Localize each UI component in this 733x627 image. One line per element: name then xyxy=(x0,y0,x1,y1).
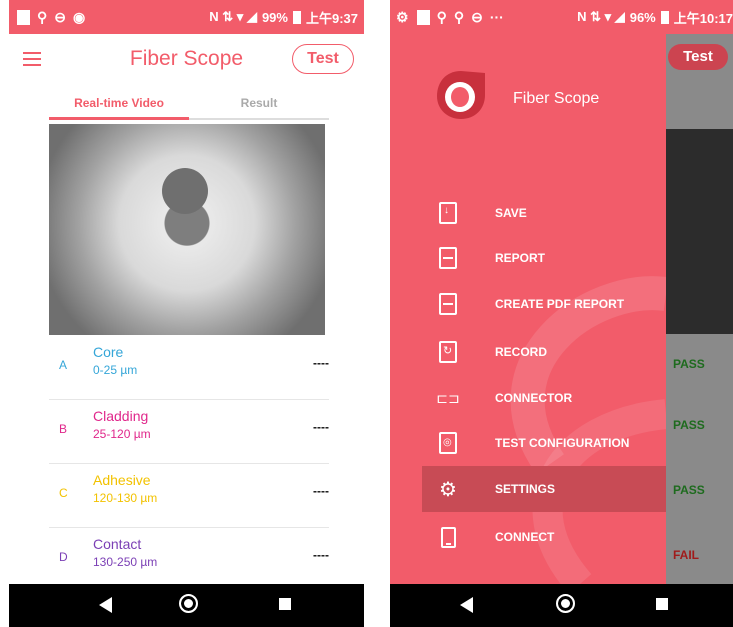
fiber-core-image xyxy=(162,168,208,214)
zone-range: 130-250 µm xyxy=(93,555,158,569)
result-pass: PASS xyxy=(673,418,705,432)
battery-icon xyxy=(292,10,301,24)
result-pass: PASS xyxy=(673,483,705,497)
zone-range: 0-25 µm xyxy=(93,363,138,377)
notification-icon xyxy=(416,9,430,25)
menu-item-label: RECORD xyxy=(495,345,548,359)
dnd-icon: ⊖ xyxy=(471,8,483,25)
zone-range: 25-120 µm xyxy=(93,427,151,441)
signal-icons: N ⇅ ▾ ◢ xyxy=(209,9,257,24)
zone-range: 120-130 µm xyxy=(93,491,158,505)
zone-name: Cladding xyxy=(93,408,149,424)
menu-item-settings[interactable]: ⚙ SETTINGS xyxy=(422,466,666,512)
report-icon xyxy=(438,247,458,269)
fiber-video-feed xyxy=(49,124,325,335)
connector-icon: ⊏⊐ xyxy=(436,389,460,406)
menu-item-create-pdf-report[interactable]: CREATE PDF REPORT xyxy=(390,281,666,327)
menu-item-label: CREATE PDF REPORT xyxy=(495,297,625,311)
zone-value: ---- xyxy=(313,356,329,370)
home-icon[interactable] xyxy=(556,594,575,613)
fiber-video-feed xyxy=(660,129,733,334)
save-icon: ↓ xyxy=(438,202,458,224)
recents-icon[interactable] xyxy=(279,598,291,610)
system-nav-bar xyxy=(390,584,733,627)
status-bar: ⚲ ⊖ ◉ N ⇅ ▾ ◢ 99% 上午9:37 xyxy=(9,0,364,34)
menu-item-connect[interactable]: CONNECT xyxy=(390,514,666,560)
menu-item-report[interactable]: REPORT xyxy=(390,235,666,281)
menu-item-test-configuration[interactable]: ◎ TEST CONFIGURATION xyxy=(390,420,666,466)
dnd-icon: ⊖ xyxy=(54,8,66,25)
zone-letter: D xyxy=(59,550,68,564)
recents-icon[interactable] xyxy=(656,598,668,610)
menu-item-label: CONNECTOR xyxy=(495,391,573,405)
zone-results-list: A Core 0-25 µm ---- B Cladding 25-120 µm… xyxy=(49,336,329,591)
menu-item-connector[interactable]: ⊏⊐ CONNECTOR xyxy=(390,375,666,421)
back-icon[interactable] xyxy=(460,597,473,613)
phone-screen-drawer: ⚙ ⚲ ⚲ ⊖ ··· N ⇅ ▾ ◢ 96% 上午10:17 Test PAS… xyxy=(390,0,733,627)
menu-item-label: SETTINGS xyxy=(495,482,556,496)
zone-name: Adhesive xyxy=(93,472,151,488)
menu-item-label: TEST CONFIGURATION xyxy=(495,436,630,450)
zone-name: Contact xyxy=(93,536,142,552)
app-status-icon: ⚙ xyxy=(396,8,409,25)
tab-result[interactable]: Result xyxy=(189,88,329,118)
signal-icons: N ⇅ ▾ ◢ xyxy=(577,9,625,24)
record-icon: ↻ xyxy=(438,341,458,363)
tab-real-time-video[interactable]: Real-time Video xyxy=(49,88,189,120)
menu-item-record[interactable]: ↻ RECORD xyxy=(390,329,666,375)
zone-row-adhesive[interactable]: C Adhesive 120-130 µm ---- xyxy=(49,464,329,528)
zone-letter: C xyxy=(59,486,68,500)
zone-row-core[interactable]: A Core 0-25 µm ---- xyxy=(49,336,329,400)
location-icon: ⚲ xyxy=(453,8,465,25)
clock: 上午9:37 xyxy=(305,10,358,26)
tab-bar: Real-time Video Result xyxy=(49,88,329,120)
location-icon: ⚲ xyxy=(37,8,48,25)
clock: 上午10:17 xyxy=(673,10,733,26)
notification-icon xyxy=(17,9,30,25)
menu-item-save[interactable]: ↓ SAVE xyxy=(390,190,666,236)
gear-icon: ⚙ xyxy=(439,478,457,501)
location-icon: ⚲ xyxy=(436,8,447,25)
zone-name: Core xyxy=(93,344,124,360)
zone-letter: A xyxy=(59,358,68,372)
test-button[interactable]: Test xyxy=(292,44,354,74)
menu-item-label: REPORT xyxy=(495,251,546,265)
app-bar: Fiber Scope Test xyxy=(9,34,364,86)
record-status-icon: ◉ xyxy=(73,8,86,25)
zone-row-contact[interactable]: D Contact 130-250 µm ---- xyxy=(49,528,329,591)
back-icon[interactable] xyxy=(99,597,112,613)
battery-percent: 99% xyxy=(261,9,288,25)
more-icon: ··· xyxy=(489,9,504,25)
result-fail: FAIL xyxy=(673,548,699,562)
test-config-icon: ◎ xyxy=(438,432,458,454)
menu-item-label: SAVE xyxy=(495,206,527,220)
fiber-scope-logo xyxy=(437,71,485,119)
battery-percent: 96% xyxy=(629,9,656,25)
drawer-title: Fiber Scope xyxy=(513,90,600,107)
pdf-report-icon xyxy=(438,293,458,315)
menu-item-label: CONNECT xyxy=(495,530,555,544)
zone-value: ---- xyxy=(313,484,329,498)
status-bar: ⚙ ⚲ ⚲ ⊖ ··· N ⇅ ▾ ◢ 96% 上午10:17 xyxy=(390,0,733,34)
zone-letter: B xyxy=(59,422,68,436)
phone-icon xyxy=(438,526,458,548)
system-nav-bar xyxy=(9,584,364,627)
home-icon[interactable] xyxy=(179,594,198,613)
phone-screen-main: ⚲ ⊖ ◉ N ⇅ ▾ ◢ 99% 上午9:37 Fiber Scope Tes… xyxy=(9,0,364,627)
zone-row-cladding[interactable]: B Cladding 25-120 µm ---- xyxy=(49,400,329,464)
zone-value: ---- xyxy=(313,548,329,562)
navigation-drawer: Fiber Scope ↓ SAVE REPORT CREATE PDF REP… xyxy=(390,34,666,584)
result-pass: PASS xyxy=(673,357,705,371)
test-button: Test xyxy=(668,44,728,70)
zone-value: ---- xyxy=(313,420,329,434)
battery-icon xyxy=(660,10,669,24)
